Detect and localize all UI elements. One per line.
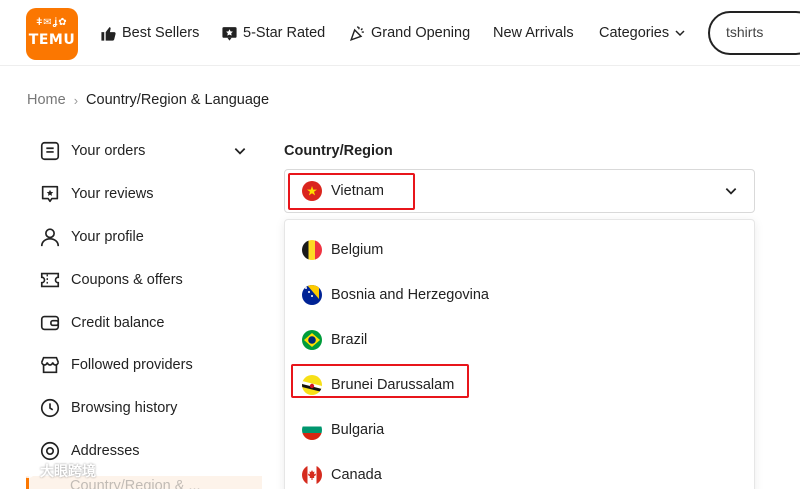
option-label: Brazil xyxy=(331,332,368,348)
bulgaria-flag-icon xyxy=(302,420,322,440)
logo-text: TEMU xyxy=(28,32,76,48)
search-box[interactable] xyxy=(708,11,800,55)
party-popper-icon xyxy=(349,25,364,41)
nav-new-arrivals[interactable]: New Arrivals xyxy=(493,23,574,43)
temu-logo[interactable]: ǂ✉ʝ✿ TEMU xyxy=(26,8,78,60)
nav-label: Best Sellers xyxy=(122,25,200,41)
sidebar-item-credit-balance[interactable]: Credit balance xyxy=(38,310,165,336)
bosnia-flag-icon xyxy=(302,285,322,305)
nav-label: Categories xyxy=(599,25,670,41)
watermark: 大眼跨境 xyxy=(8,461,96,481)
chevron-down-icon[interactable] xyxy=(233,144,247,158)
breadcrumb-home[interactable]: Home xyxy=(27,92,66,108)
reviews-icon xyxy=(38,182,62,206)
breadcrumb: Home › Country/Region & Language xyxy=(27,92,269,108)
profile-icon xyxy=(38,225,62,249)
orders-icon xyxy=(38,139,62,163)
thumbs-up-icon xyxy=(101,26,116,41)
option-label: Canada xyxy=(331,467,382,483)
breadcrumb-separator: › xyxy=(73,92,79,108)
sidebar-item-browsing-history[interactable]: Browsing history xyxy=(38,395,177,421)
option-belgium[interactable]: Belgium xyxy=(302,239,383,261)
option-label: Bosnia and Herzegovina xyxy=(331,287,489,303)
nav-label: Grand Opening xyxy=(371,25,471,41)
nav-categories[interactable]: Categories xyxy=(599,23,686,43)
watermark-text: 大眼跨境 xyxy=(40,463,96,479)
nav-label: 5-Star Rated xyxy=(243,25,326,41)
sidebar-item-label: Coupons & offers xyxy=(71,272,183,288)
sidebar-item-label: Browsing history xyxy=(71,400,178,416)
option-label: Belgium xyxy=(331,242,384,258)
star-badge-icon xyxy=(222,26,237,41)
store-icon xyxy=(38,353,62,377)
sidebar-item-profile[interactable]: Your profile xyxy=(38,224,144,250)
chevron-down-icon xyxy=(725,188,737,195)
option-highlight-box xyxy=(291,364,469,398)
nav-label: New Arrivals xyxy=(493,25,574,41)
canada-flag-icon xyxy=(302,465,322,485)
option-canada[interactable]: Canada xyxy=(302,464,382,486)
belgium-flag-icon xyxy=(302,240,322,260)
nav-best-sellers[interactable]: Best Sellers xyxy=(100,23,199,43)
sidebar-item-label: Credit balance xyxy=(71,315,165,331)
option-bulgaria[interactable]: Bulgaria xyxy=(302,419,384,441)
sidebar-item-orders[interactable]: Your orders xyxy=(38,138,145,164)
location-icon xyxy=(38,439,62,463)
coupon-icon xyxy=(38,268,62,292)
option-brazil[interactable]: Brazil xyxy=(302,329,367,351)
option-bosnia[interactable]: Bosnia and Herzegovina xyxy=(302,284,489,306)
breadcrumb-current: Country/Region & Language xyxy=(86,92,270,108)
brazil-flag-icon xyxy=(302,330,322,350)
sidebar-item-reviews[interactable]: Your reviews xyxy=(38,181,153,207)
watermark-logo-icon xyxy=(9,464,35,478)
sidebar-item-label: Your reviews xyxy=(71,186,154,202)
sidebar-item-label: Your orders xyxy=(71,143,146,159)
wallet-icon xyxy=(38,311,62,335)
sidebar-item-label: Your profile xyxy=(71,229,144,245)
search-input[interactable] xyxy=(726,24,800,40)
logo-glyphs: ǂ✉ʝ✿ xyxy=(36,17,68,28)
sidebar-item-label: Followed providers xyxy=(71,357,193,373)
option-label: Bulgaria xyxy=(331,422,385,438)
sidebar-item-coupons[interactable]: Coupons & offers xyxy=(38,267,183,293)
sidebar-item-followed-providers[interactable]: Followed providers xyxy=(38,352,193,378)
nav-5-star-rated[interactable]: 5-Star Rated xyxy=(221,23,325,43)
sidebar-item-label: Addresses xyxy=(71,443,140,459)
nav-grand-opening[interactable]: Grand Opening xyxy=(349,23,470,43)
selected-highlight-box xyxy=(288,173,415,210)
clock-icon xyxy=(38,396,62,420)
top-header: ǂ✉ʝ✿ TEMU Best Sellers 5-Star Rated Gran… xyxy=(0,0,800,66)
chevron-down-icon xyxy=(675,30,685,37)
section-title: Country/Region xyxy=(284,143,393,159)
